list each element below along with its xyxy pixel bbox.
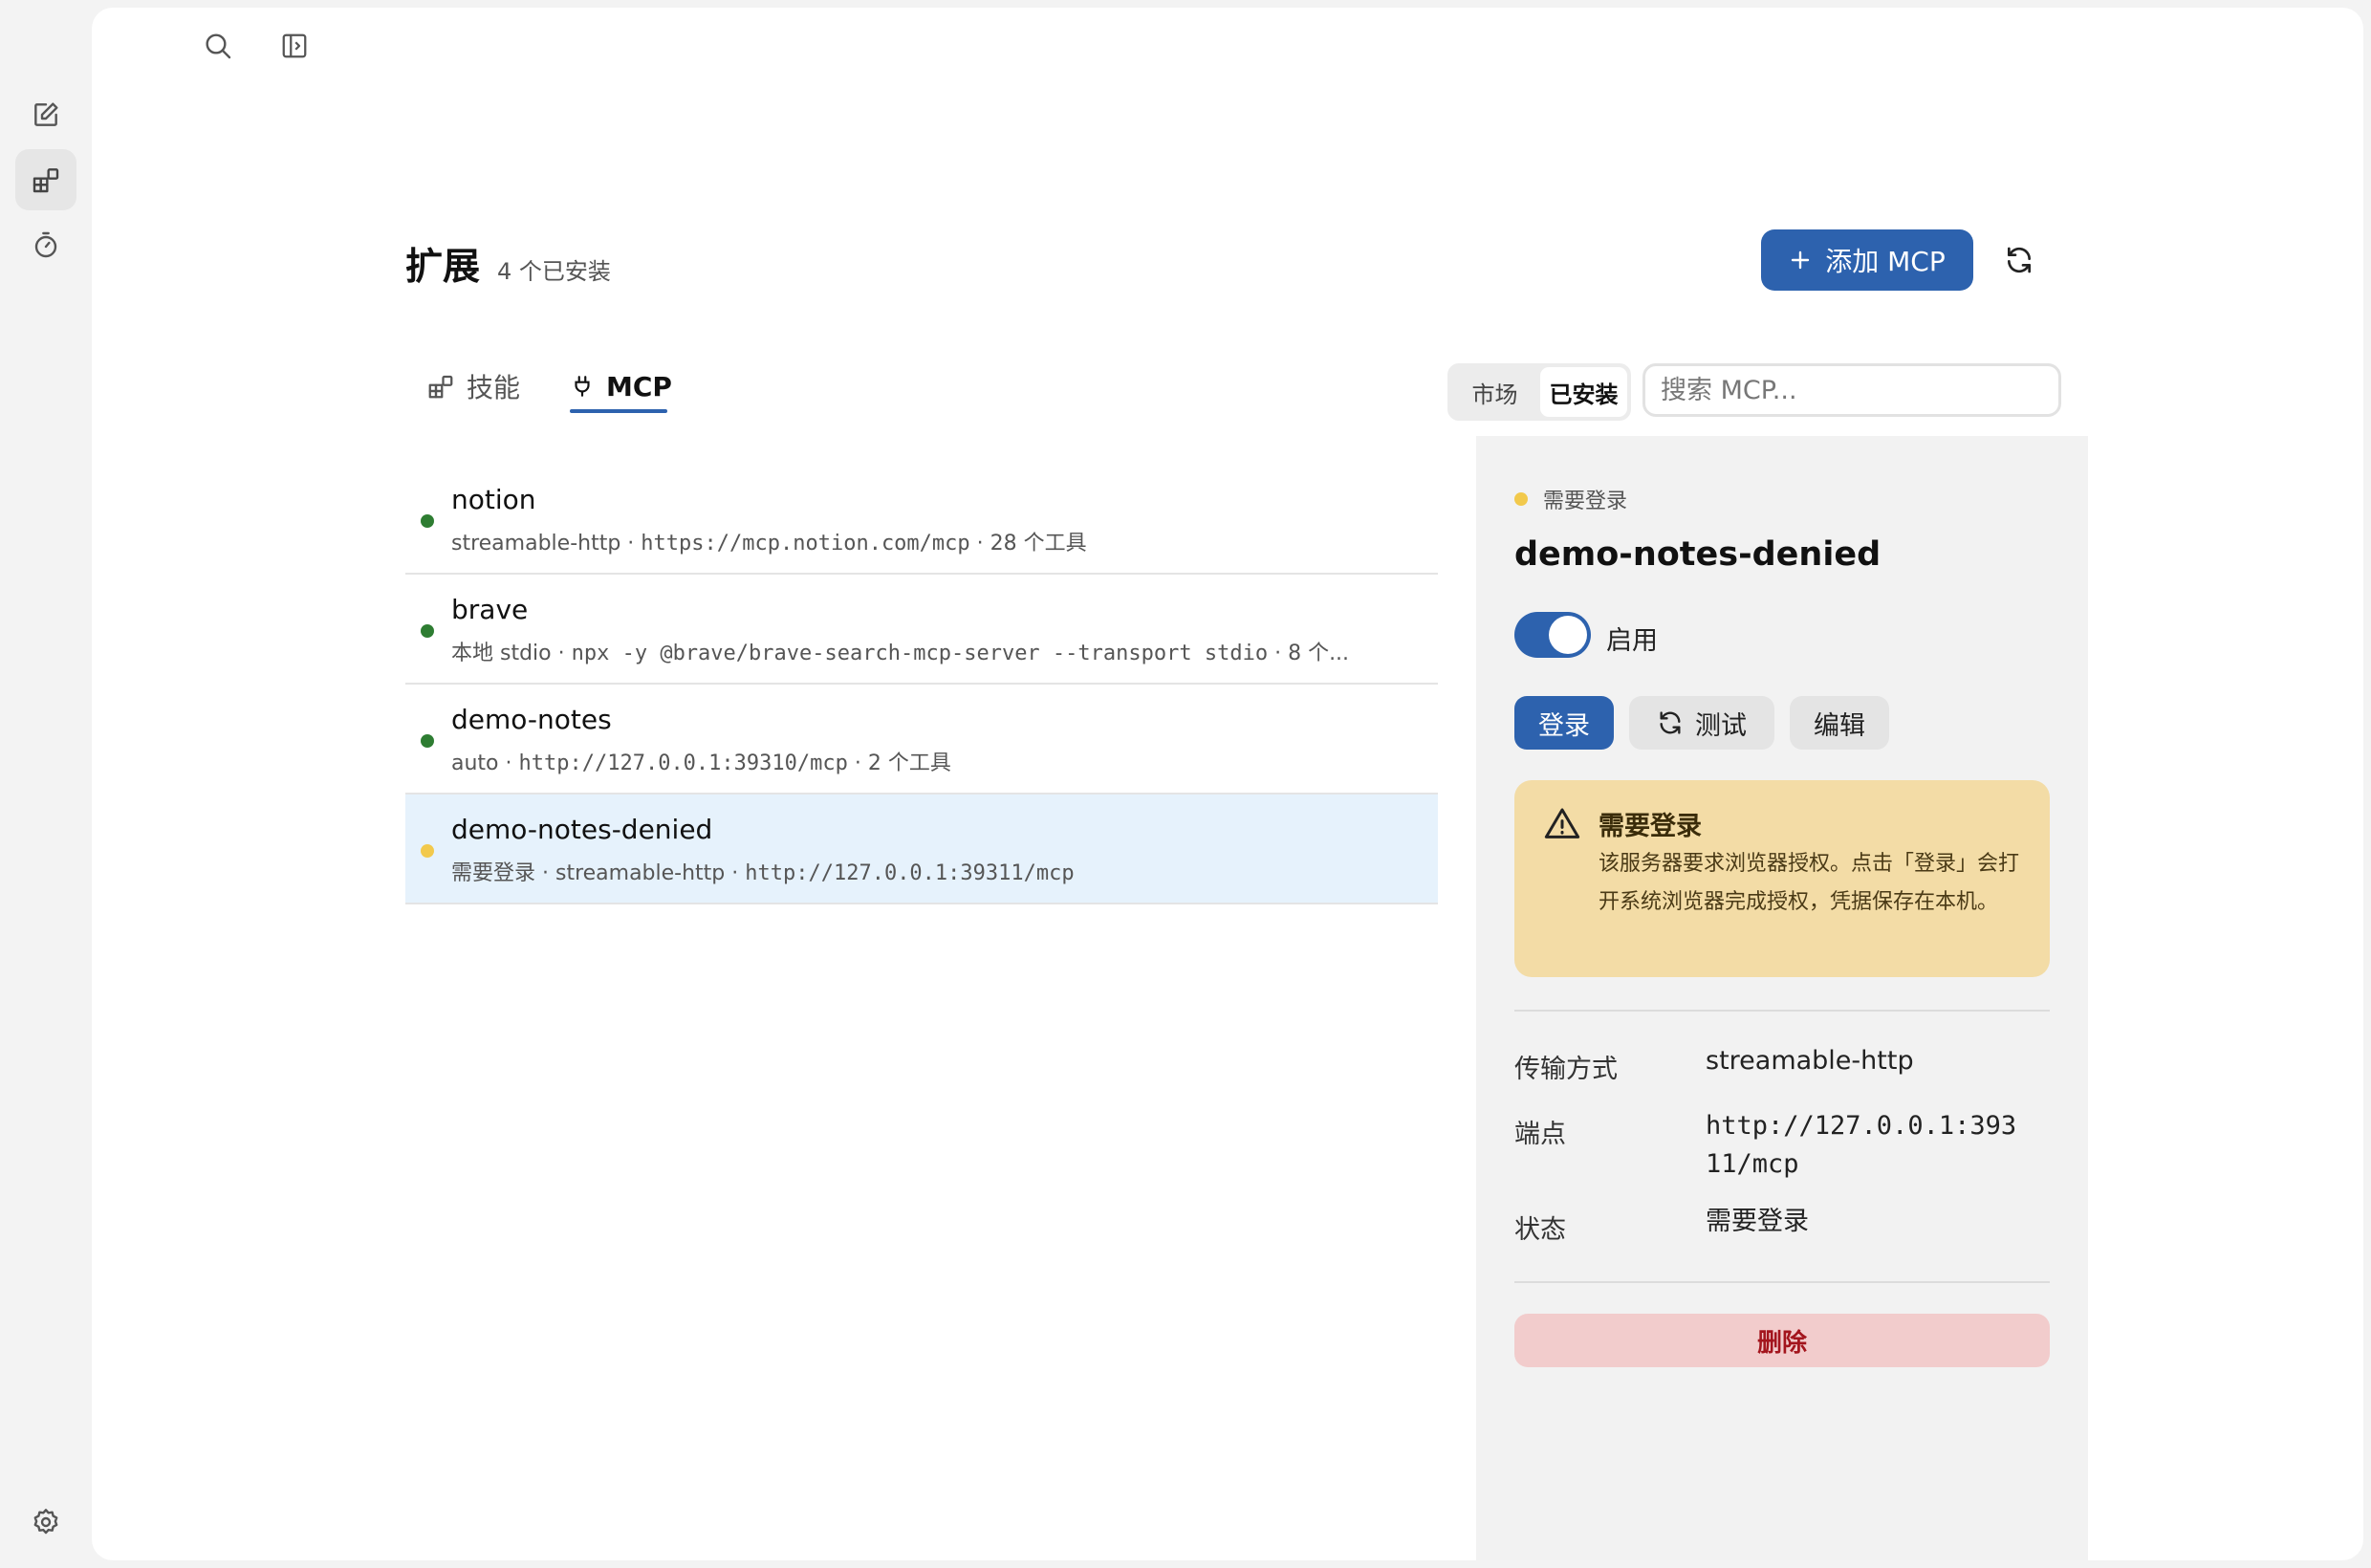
sidebar-toggle-button[interactable] (275, 27, 314, 65)
server-subtitle: auto · http://127.0.0.1:39310/mcp · 2 个工… (451, 751, 951, 775)
warning-icon (1544, 808, 1580, 838)
server-subtitle: streamable-http · https://mcp.notion.com… (451, 532, 1087, 555)
server-row-notion[interactable]: notion streamable-http · https://mcp.not… (405, 465, 1438, 575)
status-dot (421, 514, 434, 528)
skills-icon (428, 375, 453, 399)
endpoint-value: http://127.0.0.1:39311/mcp (1706, 1111, 2017, 1179)
new-chat-icon (34, 102, 58, 126)
divider (1514, 1281, 2050, 1283)
delete-button[interactable]: 删除 (1514, 1314, 2050, 1367)
installed-count: 4 个已安装 (497, 258, 611, 285)
status-dot (1514, 492, 1528, 506)
tab-mcp[interactable]: MCP (570, 359, 672, 413)
timer-button[interactable] (15, 214, 76, 275)
status-dot (421, 624, 434, 638)
detail-status: 需要登录 (1514, 484, 1627, 514)
warning-title: 需要登录 (1599, 812, 1702, 841)
state-key: 状态 (1514, 1215, 1566, 1245)
left-rail (0, 0, 92, 1568)
search-mcp-input[interactable] (1642, 363, 2061, 417)
sidebar-toggle-icon (282, 33, 307, 58)
login-button[interactable]: 登录 (1514, 696, 1614, 750)
tab-skills-label: 技能 (467, 372, 521, 403)
status-dot (421, 844, 434, 858)
add-mcp-button[interactable]: 添加 MCP (1761, 229, 1973, 291)
warning-body: 该服务器要求浏览器授权。点击「登录」会打开系统浏览器完成授权，凭据保存在本机。 (1599, 852, 2020, 914)
toggle-knob (1549, 616, 1587, 654)
server-subtitle: 需要登录 · streamable-http · http://127.0.0.… (451, 861, 1075, 885)
transport-key: 传输方式 (1514, 1055, 1618, 1084)
new-chat-button[interactable] (15, 84, 76, 145)
refresh-icon (1660, 711, 1681, 734)
server-name: brave (451, 594, 529, 625)
endpoint-key: 端点 (1514, 1120, 1566, 1149)
server-row-demo-notes[interactable]: demo-notes auto · http://127.0.0.1:39310… (405, 685, 1438, 795)
add-mcp-label: 添加 MCP (1825, 246, 1946, 277)
test-label: 测试 (1695, 710, 1747, 741)
detail-title: demo-notes-denied (1514, 535, 1882, 574)
server-name: demo-notes (451, 704, 612, 735)
server-row-brave[interactable]: brave 本地 stdio · npx -y @brave/brave-sea… (405, 575, 1438, 685)
divider (1514, 1010, 2050, 1012)
enable-toggle[interactable] (1514, 612, 1591, 658)
plus-icon (1792, 250, 1810, 270)
search-icon (206, 33, 231, 59)
transport-value: streamable-http (1706, 1046, 1914, 1076)
timer-icon (34, 231, 57, 258)
settings-icon (33, 1509, 58, 1535)
segment-market[interactable]: 市场 (1451, 367, 1538, 417)
enable-label: 启用 (1606, 626, 1658, 656)
server-name: demo-notes-denied (451, 814, 713, 845)
search-button[interactable] (199, 27, 237, 65)
refresh-icon (2008, 247, 2031, 273)
server-list: notion streamable-http · https://mcp.not… (405, 465, 1438, 904)
test-button[interactable]: 测试 (1629, 696, 1774, 750)
tab-skills[interactable]: 技能 (426, 359, 520, 413)
server-name: notion (451, 484, 536, 515)
plug-icon (575, 376, 590, 397)
server-subtitle: 本地 stdio · npx -y @brave/brave-search-mc… (451, 642, 1350, 665)
login-warning-box: 需要登录 该服务器要求浏览器授权。点击「登录」会打开系统浏览器完成授权，凭据保存… (1514, 780, 2050, 977)
settings-button[interactable] (15, 1492, 76, 1553)
page-title: 扩展 (405, 246, 481, 289)
refresh-button[interactable] (2000, 241, 2038, 279)
detail-panel: 需要登录 demo-notes-denied 启用 登录 测试 编辑 需要登录 … (1476, 436, 2088, 1560)
detail-status-label: 需要登录 (1543, 490, 1628, 513)
edit-button[interactable]: 编辑 (1790, 696, 1889, 750)
tab-underline (570, 409, 667, 413)
extensions-button[interactable] (15, 149, 76, 210)
state-value: 需要登录 (1706, 1207, 1809, 1236)
main-window: 扩展 4 个已安装 添加 MCP 技能 MCP 市场 已安装 搜索 MCP...… (92, 8, 2363, 1560)
segment-installed[interactable]: 已安装 (1540, 367, 1627, 417)
extensions-icon (33, 168, 59, 193)
tab-mcp-label: MCP (606, 370, 672, 403)
server-row-demo-notes-denied[interactable]: demo-notes-denied 需要登录 · streamable-http… (405, 795, 1438, 904)
market-installed-segment: 市场 已安装 (1447, 363, 1631, 421)
status-dot (421, 734, 434, 748)
